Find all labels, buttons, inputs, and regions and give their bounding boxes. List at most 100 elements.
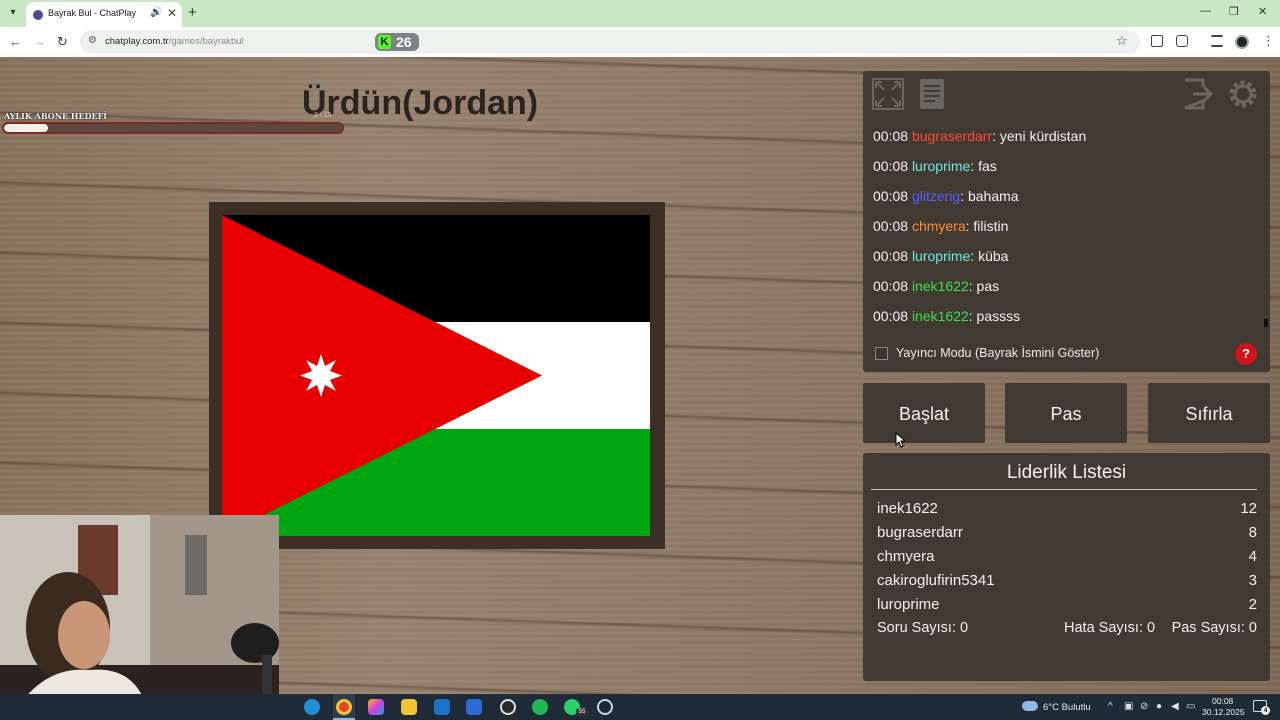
chat-message-time: 00:08 [873,128,909,144]
chat-message-separator: : [970,158,979,174]
fullscreen-icon[interactable] [871,77,905,111]
chat-message-time: 00:08 [873,248,909,264]
leaderboard-player-name: luroprime [877,596,940,613]
chat-message-user[interactable]: glitzerig [912,188,960,204]
start-button[interactable]: Başlat [863,383,985,443]
tray-chevron-icon[interactable]: ^ [1108,701,1113,712]
reload-icon[interactable]: ↻ [57,34,68,50]
leaderboard-panel: Liderlik Listesi inek1622 12 bugraserdarr 8… [863,453,1270,681]
chat-message-time: 00:08 [873,188,909,204]
copilot-icon[interactable] [368,699,384,715]
chat-message-user[interactable]: luroprime [912,248,970,264]
window-close-icon[interactable]: ✕ [1258,5,1267,18]
streamer-mode-checkbox[interactable] [875,347,888,360]
bookmark-star-icon[interactable]: ☆ [1116,33,1128,49]
tab-audio-speaker-icon[interactable]: 🔊 [150,7,162,18]
profile-avatar[interactable] [1235,35,1249,49]
chat-message-user[interactable]: luroprime [912,158,970,174]
store-icon[interactable] [466,699,482,715]
spotify-icon[interactable] [532,699,548,715]
microphone-icon[interactable]: ● [1156,701,1162,712]
chat-message-time: 00:08 [873,278,909,294]
chat-message-separator: : [968,278,977,294]
leaderboard-row: chmyera 4 [877,546,1257,570]
leaderboard-player-name: bugraserdarr [877,524,963,541]
address-bar[interactable]: ⚙ chatplay.com.tr/games/bayrakbul K 26 ☆ [80,30,1140,54]
leaderboard-row: bugraserdarr 8 [877,522,1257,546]
steam-icon[interactable] [597,699,613,715]
chat-message-user[interactable]: inek1622 [912,308,969,324]
chat-message-user[interactable]: chmyera [912,218,966,234]
weather-text[interactable]: 6°C Bulutlu [1043,702,1091,713]
forward-arrow-icon[interactable]: → [33,34,46,49]
chrome-icon[interactable] [336,699,352,715]
outlook-icon[interactable] [434,699,450,715]
chat-message-text: küba [978,248,1009,264]
flag-red-triangle [222,215,542,536]
chat-message-time: 00:08 [873,218,909,234]
chat-message: 00:08 chmyera: filistin [873,218,1265,248]
flag-frame [209,202,665,549]
kick-viewer-count: 26 [396,34,412,50]
weather-cloud-icon[interactable] [1022,701,1038,711]
battery-icon[interactable]: ▭ [1186,701,1195,712]
game-stats-row: Soru Sayısı: 0 Hata Sayısı: 0 Pas Sayısı… [877,620,1257,640]
browser-tab-active[interactable]: Bayrak Bul - ChatPlay 🔊 ✕ [26,2,182,27]
sub-goal-label: AYLIK ABONE HEDEFİ [4,111,108,121]
back-arrow-icon[interactable]: ← [9,34,22,49]
chat-message-list: 00:08 bugraserdarr: yeni kürdistan 00:08 … [873,128,1265,338]
new-tab-plus-icon[interactable]: + [188,4,197,22]
streamer-mode-label: Yayıncı Modu (Bayrak İsmini Göster) [896,346,1100,360]
chat-message-text: yeni kürdistan [999,128,1087,144]
notification-count: 4 [1261,706,1270,715]
volume-icon[interactable]: ◀ [1171,701,1179,712]
media-controls-icon[interactable] [1211,35,1223,47]
chat-message-text: passss [976,308,1021,324]
settings-icon[interactable] [1226,77,1260,111]
reset-button[interactable]: Sıfırla [1148,383,1270,443]
file-explorer-icon[interactable] [401,699,417,715]
browser-tab-bar: ▾ Bayrak Bul - ChatPlay 🔊 ✕ + — ❐ ✕ [0,0,1280,27]
screenshot-extension-icon[interactable] [1151,35,1163,47]
jordan-flag [222,215,650,536]
restore-icon[interactable]: ❐ [1229,5,1239,18]
chat-message-text: filistin [973,218,1009,234]
exit-icon[interactable] [1181,77,1215,111]
chatplay-favicon-icon [33,10,43,20]
chat-message-user[interactable]: bugraserdarr [912,128,992,144]
pass-button[interactable]: Pas [1005,383,1127,443]
edge-icon[interactable] [304,699,320,715]
obs-icon[interactable] [500,699,516,715]
chat-message: 00:08 inek1622: pas [873,278,1265,308]
leaderboard-divider [871,489,1257,490]
clock-date[interactable]: 30.12.2025 [1202,707,1245,717]
game-area: Ürdün(Jordan) AYLIK ABONE HEDEFİ 2 / 15 [0,57,1280,720]
minimize-icon[interactable]: — [1200,5,1211,17]
chat-scrollbar[interactable] [1264,319,1268,327]
pass-count: Pas Sayısı: 0 [1171,620,1257,636]
leaderboard-row: luroprime 2 [877,594,1257,618]
leaderboard-player-score: 3 [1248,572,1257,589]
tray-muted-icon[interactable]: ⊘ [1140,701,1148,712]
leaderboard-player-score: 8 [1248,524,1257,541]
streamer-webcam [0,515,279,720]
chat-message: 00:08 glitzerig: bahama [873,188,1265,218]
tab-close-icon[interactable]: ✕ [167,6,177,20]
tab-search-chevron-icon[interactable]: ▾ [4,4,22,22]
clock-time[interactable]: 00:08 [1212,696,1233,706]
extensions-puzzle-icon[interactable] [1176,35,1188,47]
country-title: Ürdün(Jordan) [302,84,539,122]
chat-message-user[interactable]: inek1622 [912,278,969,294]
help-button[interactable]: ? [1235,343,1257,365]
chat-message-separator: : [960,188,968,204]
tray-app-icon[interactable]: ▣ [1124,701,1133,712]
chat-message: 00:08 luroprime: küba [873,248,1265,278]
chat-message: 00:08 luroprime: fas [873,158,1265,188]
kick-extension-badge[interactable]: K 26 [375,33,419,51]
error-count: Hata Sayısı: 0 [1064,620,1156,636]
browser-menu-icon[interactable]: ⋮ [1262,33,1275,49]
document-icon[interactable] [915,77,949,111]
chat-message: 00:08 inek1622: passss [873,308,1265,338]
leaderboard-player-name: chmyera [877,548,935,565]
site-info-icon[interactable]: ⚙ [88,35,97,46]
